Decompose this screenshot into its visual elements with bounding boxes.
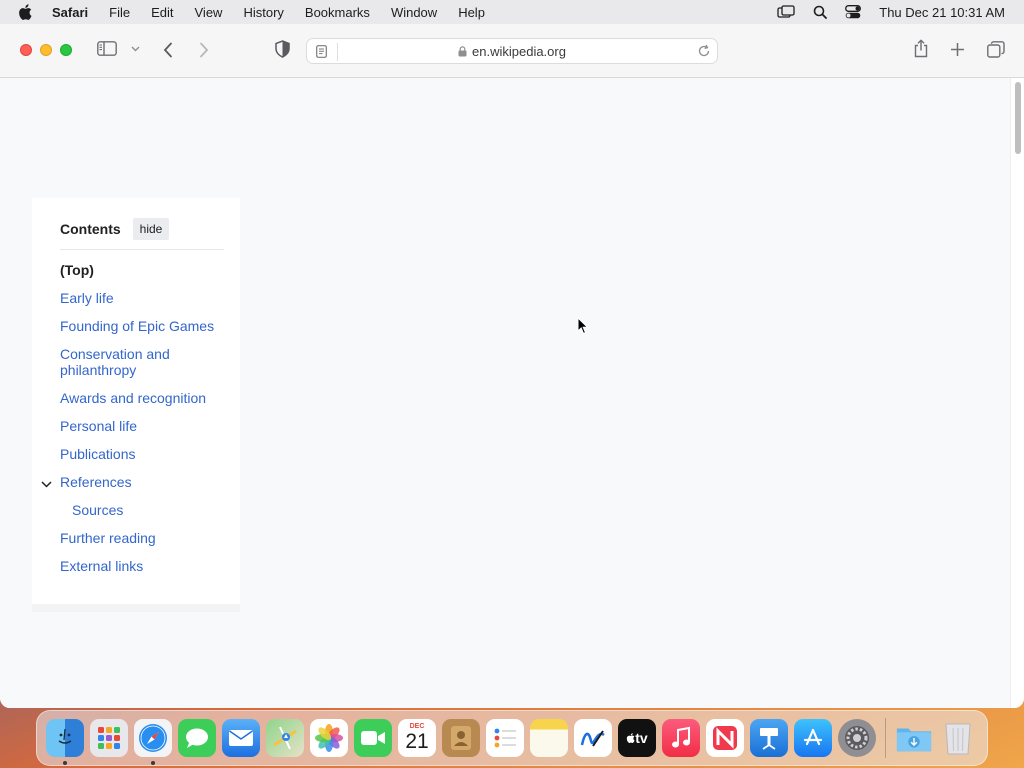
apple-menu-icon[interactable] (18, 4, 36, 20)
maps-icon[interactable] (266, 719, 304, 757)
facetime-icon[interactable] (354, 719, 392, 757)
browser-toolbar: en.wikipedia.org (0, 24, 1024, 78)
dock: DEC 21 tv (36, 710, 988, 766)
apple-tv-icon[interactable]: tv (618, 719, 656, 757)
sidebar-menu-chevron-down-icon[interactable] (131, 46, 140, 52)
menu-file[interactable]: File (109, 5, 130, 20)
window-controls (20, 44, 72, 56)
toc-item-top[interactable]: (Top) (60, 262, 224, 278)
toc-item-further-reading[interactable]: Further reading (60, 530, 224, 546)
toc-hide-button[interactable]: hide (132, 218, 170, 240)
menu-history[interactable]: History (243, 5, 283, 20)
dock-divider (885, 718, 886, 758)
toc-collapse-chevron-icon[interactable] (41, 475, 52, 491)
menu-window[interactable]: Window (391, 5, 437, 20)
toc-item-publications[interactable]: Publications (60, 446, 224, 462)
toc-item-sources[interactable]: Sources (72, 502, 224, 518)
contacts-icon[interactable] (442, 719, 480, 757)
menu-bookmarks[interactable]: Bookmarks (305, 5, 370, 20)
share-icon[interactable] (913, 39, 929, 58)
new-tab-plus-icon[interactable] (950, 42, 965, 57)
safari-window: en.wikipedia.org Contents hide (Top) Ear… (0, 24, 1024, 708)
safari-running-indicator (151, 761, 155, 765)
system-settings-icon[interactable] (838, 719, 876, 757)
toc-item-external-links[interactable]: External links (60, 558, 224, 574)
notes-icon[interactable] (530, 719, 568, 757)
calendar-icon[interactable]: DEC 21 (398, 719, 436, 757)
messages-icon[interactable] (178, 719, 216, 757)
menubar-clock[interactable]: Thu Dec 21 10:31 AM (879, 5, 1005, 20)
screen-mirroring-icon[interactable] (777, 5, 795, 19)
address-bar-divider (337, 43, 338, 61)
privacy-shield-icon[interactable] (275, 40, 290, 58)
apple-tv-label: tv (635, 730, 648, 746)
finder-running-indicator (63, 761, 67, 765)
spotlight-search-icon[interactable] (813, 5, 828, 19)
table-of-contents: Contents hide (Top) Early life Founding … (32, 198, 240, 604)
finder-icon[interactable] (46, 719, 84, 765)
sidebar-toggle-icon[interactable] (97, 41, 117, 56)
zoom-window-button[interactable] (60, 44, 72, 56)
menu-view[interactable]: View (195, 5, 223, 20)
page-content: Contents hide (Top) Early life Founding … (0, 78, 1024, 708)
menu-edit[interactable]: Edit (151, 5, 173, 20)
close-window-button[interactable] (20, 44, 32, 56)
news-icon[interactable] (706, 719, 744, 757)
toc-item-awards-and-recognition[interactable]: Awards and recognition (60, 390, 224, 406)
music-icon[interactable] (662, 719, 700, 757)
toc-item-personal-life[interactable]: Personal life (60, 418, 224, 434)
vertical-scrollbar[interactable] (1010, 78, 1024, 708)
toc-title: Contents (60, 221, 121, 237)
toc-item-founding-of-epic-games[interactable]: Founding of Epic Games (60, 318, 224, 334)
launchpad-icon[interactable] (90, 719, 128, 757)
toc-item-early-life[interactable]: Early life (60, 290, 224, 306)
forward-chevron-icon[interactable] (199, 42, 209, 58)
downloads-folder-icon[interactable] (895, 719, 933, 757)
keynote-icon[interactable] (750, 719, 788, 757)
photos-icon[interactable] (310, 719, 348, 757)
mail-icon[interactable] (222, 719, 260, 757)
safari-app-icon[interactable] (134, 719, 172, 765)
menu-bar: Safari File Edit View History Bookmarks … (0, 0, 1024, 24)
page-menu-icon[interactable] (316, 45, 327, 61)
toc-list: (Top) Early life Founding of Epic Games … (41, 262, 224, 574)
reload-icon[interactable] (697, 44, 711, 61)
control-center-icon[interactable] (845, 5, 862, 19)
menu-help[interactable]: Help (458, 5, 485, 20)
back-chevron-icon[interactable] (163, 42, 173, 58)
lock-icon (458, 45, 467, 57)
freeform-icon[interactable] (574, 719, 612, 757)
mouse-pointer-icon (577, 316, 589, 340)
tab-overview-icon[interactable] (987, 41, 1005, 58)
address-bar[interactable]: en.wikipedia.org (306, 38, 718, 64)
reminders-icon[interactable] (486, 719, 524, 757)
toc-item-references[interactable]: References (60, 474, 132, 490)
url-text[interactable]: en.wikipedia.org (472, 44, 566, 59)
minimize-window-button[interactable] (40, 44, 52, 56)
trash-icon[interactable] (939, 719, 977, 757)
scrollbar-thumb[interactable] (1015, 82, 1021, 154)
app-store-icon[interactable] (794, 719, 832, 757)
toc-footer-shadow (32, 604, 240, 612)
toc-item-references-row[interactable]: References (41, 474, 224, 490)
toc-item-conservation-and-philanthropy[interactable]: Conservation and philanthropy (60, 346, 224, 378)
menu-app-safari[interactable]: Safari (52, 5, 88, 20)
toc-header: Contents hide (60, 218, 224, 250)
calendar-day: 21 (405, 730, 429, 753)
